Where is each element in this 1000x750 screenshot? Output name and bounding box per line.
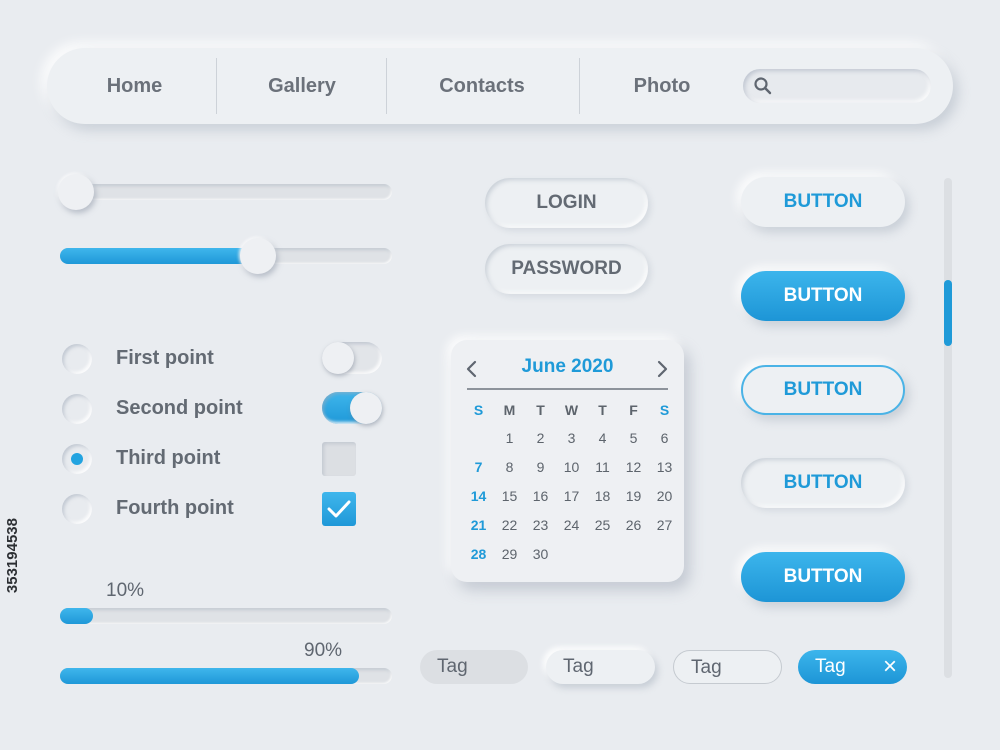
scrollbar-thumb[interactable]: [944, 280, 952, 346]
progress-bar-1-fill: [60, 608, 94, 624]
scrollbar[interactable]: [944, 178, 952, 678]
tag-raised[interactable]: Tag: [546, 650, 655, 684]
slider-2-handle[interactable]: [240, 238, 276, 274]
radio-fourth-point[interactable]: [62, 494, 92, 524]
calendar-day[interactable]: 7: [463, 459, 494, 475]
progress-bar-2: [60, 668, 392, 684]
button-inset[interactable]: BUTTON: [741, 458, 905, 508]
option-label-third: Third point: [116, 447, 221, 469]
button-raised[interactable]: BUTTON: [741, 177, 905, 227]
close-icon[interactable]: ×: [883, 650, 897, 684]
calendar-month: June 2020: [521, 356, 614, 377]
nav-gallery[interactable]: Gallery: [232, 48, 372, 124]
calendar-day[interactable]: 6: [649, 430, 680, 446]
check-icon: [327, 500, 351, 518]
progress-bar-2-fill: [60, 668, 359, 684]
calendar-weekday: S: [659, 402, 670, 418]
calendar-weekday: F: [629, 402, 638, 418]
slider-1[interactable]: [58, 174, 392, 210]
calendar-divider: [467, 388, 668, 390]
tag-outlined[interactable]: Tag: [673, 650, 782, 684]
nav-divider: [216, 58, 217, 114]
checkbox-checked[interactable]: [322, 492, 356, 526]
calendar-day[interactable]: 15: [494, 488, 525, 504]
option-label-second: Second point: [116, 397, 243, 419]
login-field[interactable]: LOGIN: [485, 178, 648, 228]
progress-1-label: 10%: [106, 580, 145, 601]
radio-third-point[interactable]: [62, 444, 92, 474]
calendar: June 2020 S M T W T F S 1 2 3 4 5 6 7 8 9 10 11 12 13 14 15 16…: [451, 340, 684, 582]
progress-2-label: 90%: [304, 640, 343, 661]
progress-bar-1: [60, 608, 392, 624]
calendar-day[interactable]: 22: [494, 517, 525, 533]
nav-bar: Home Gallery Contacts Photo: [47, 48, 953, 124]
calendar-day[interactable]: 21: [463, 517, 494, 533]
calendar-day[interactable]: 9: [525, 459, 556, 475]
option-label-first: First point: [116, 347, 214, 369]
calendar-day[interactable]: 30: [525, 546, 556, 562]
calendar-day[interactable]: 11: [587, 459, 618, 475]
calendar-day[interactable]: 27: [649, 517, 680, 533]
search-input[interactable]: [743, 69, 931, 103]
calendar-day[interactable]: 12: [618, 459, 649, 475]
calendar-day[interactable]: 2: [525, 430, 556, 446]
slider-2-fill: [60, 248, 260, 264]
calendar-day[interactable]: 4: [587, 430, 618, 446]
calendar-day[interactable]: 3: [556, 430, 587, 446]
calendar-day[interactable]: 8: [494, 459, 525, 475]
calendar-day[interactable]: 19: [618, 488, 649, 504]
nav-home[interactable]: Home: [77, 48, 192, 124]
calendar-weekday: T: [598, 402, 607, 418]
tag-active-label: Tag: [815, 656, 846, 677]
calendar-weekday: M: [503, 402, 516, 418]
button-outline[interactable]: BUTTON: [741, 365, 905, 415]
calendar-day[interactable]: 18: [587, 488, 618, 504]
option-label-fourth: Fourth point: [116, 497, 234, 519]
nav-divider: [386, 58, 387, 114]
toggle-knob: [350, 392, 382, 424]
calendar-day[interactable]: 20: [649, 488, 680, 504]
calendar-day[interactable]: 5: [618, 430, 649, 446]
nav-contacts[interactable]: Contacts: [407, 48, 557, 124]
calendar-day[interactable]: 16: [525, 488, 556, 504]
calendar-day[interactable]: 23: [525, 517, 556, 533]
calendar-weekday: T: [536, 402, 545, 418]
search-icon[interactable]: [753, 76, 773, 101]
calendar-day[interactable]: 10: [556, 459, 587, 475]
tag-flat[interactable]: Tag: [420, 650, 528, 684]
stock-id: 353194538: [4, 518, 21, 594]
calendar-day[interactable]: 1: [494, 430, 525, 446]
slider-1-handle[interactable]: [58, 174, 94, 210]
password-field[interactable]: PASSWORD: [485, 244, 648, 294]
checkbox-unchecked[interactable]: [322, 442, 356, 476]
radio-second-point[interactable]: [62, 394, 92, 424]
button-solid-2[interactable]: BUTTON: [741, 552, 905, 602]
nav-photo[interactable]: Photo: [607, 48, 717, 124]
slider-2[interactable]: [60, 238, 392, 274]
calendar-day[interactable]: 24: [556, 517, 587, 533]
calendar-day[interactable]: 28: [463, 546, 494, 562]
calendar-day[interactable]: 14: [463, 488, 494, 504]
toggle-on[interactable]: [322, 392, 382, 424]
button-solid[interactable]: BUTTON: [741, 271, 905, 321]
calendar-day[interactable]: 29: [494, 546, 525, 562]
toggle-off[interactable]: [322, 342, 382, 374]
calendar-day[interactable]: 17: [556, 488, 587, 504]
chevron-right-icon[interactable]: [655, 359, 669, 379]
nav-divider: [579, 58, 580, 114]
calendar-weekday: W: [564, 402, 579, 418]
calendar-day[interactable]: 13: [649, 459, 680, 475]
radio-first-point[interactable]: [62, 344, 92, 374]
calendar-weekday: S: [473, 402, 484, 418]
calendar-day[interactable]: 26: [618, 517, 649, 533]
calendar-day[interactable]: 25: [587, 517, 618, 533]
tag-active[interactable]: Tag ×: [798, 650, 907, 684]
toggle-knob: [322, 342, 354, 374]
